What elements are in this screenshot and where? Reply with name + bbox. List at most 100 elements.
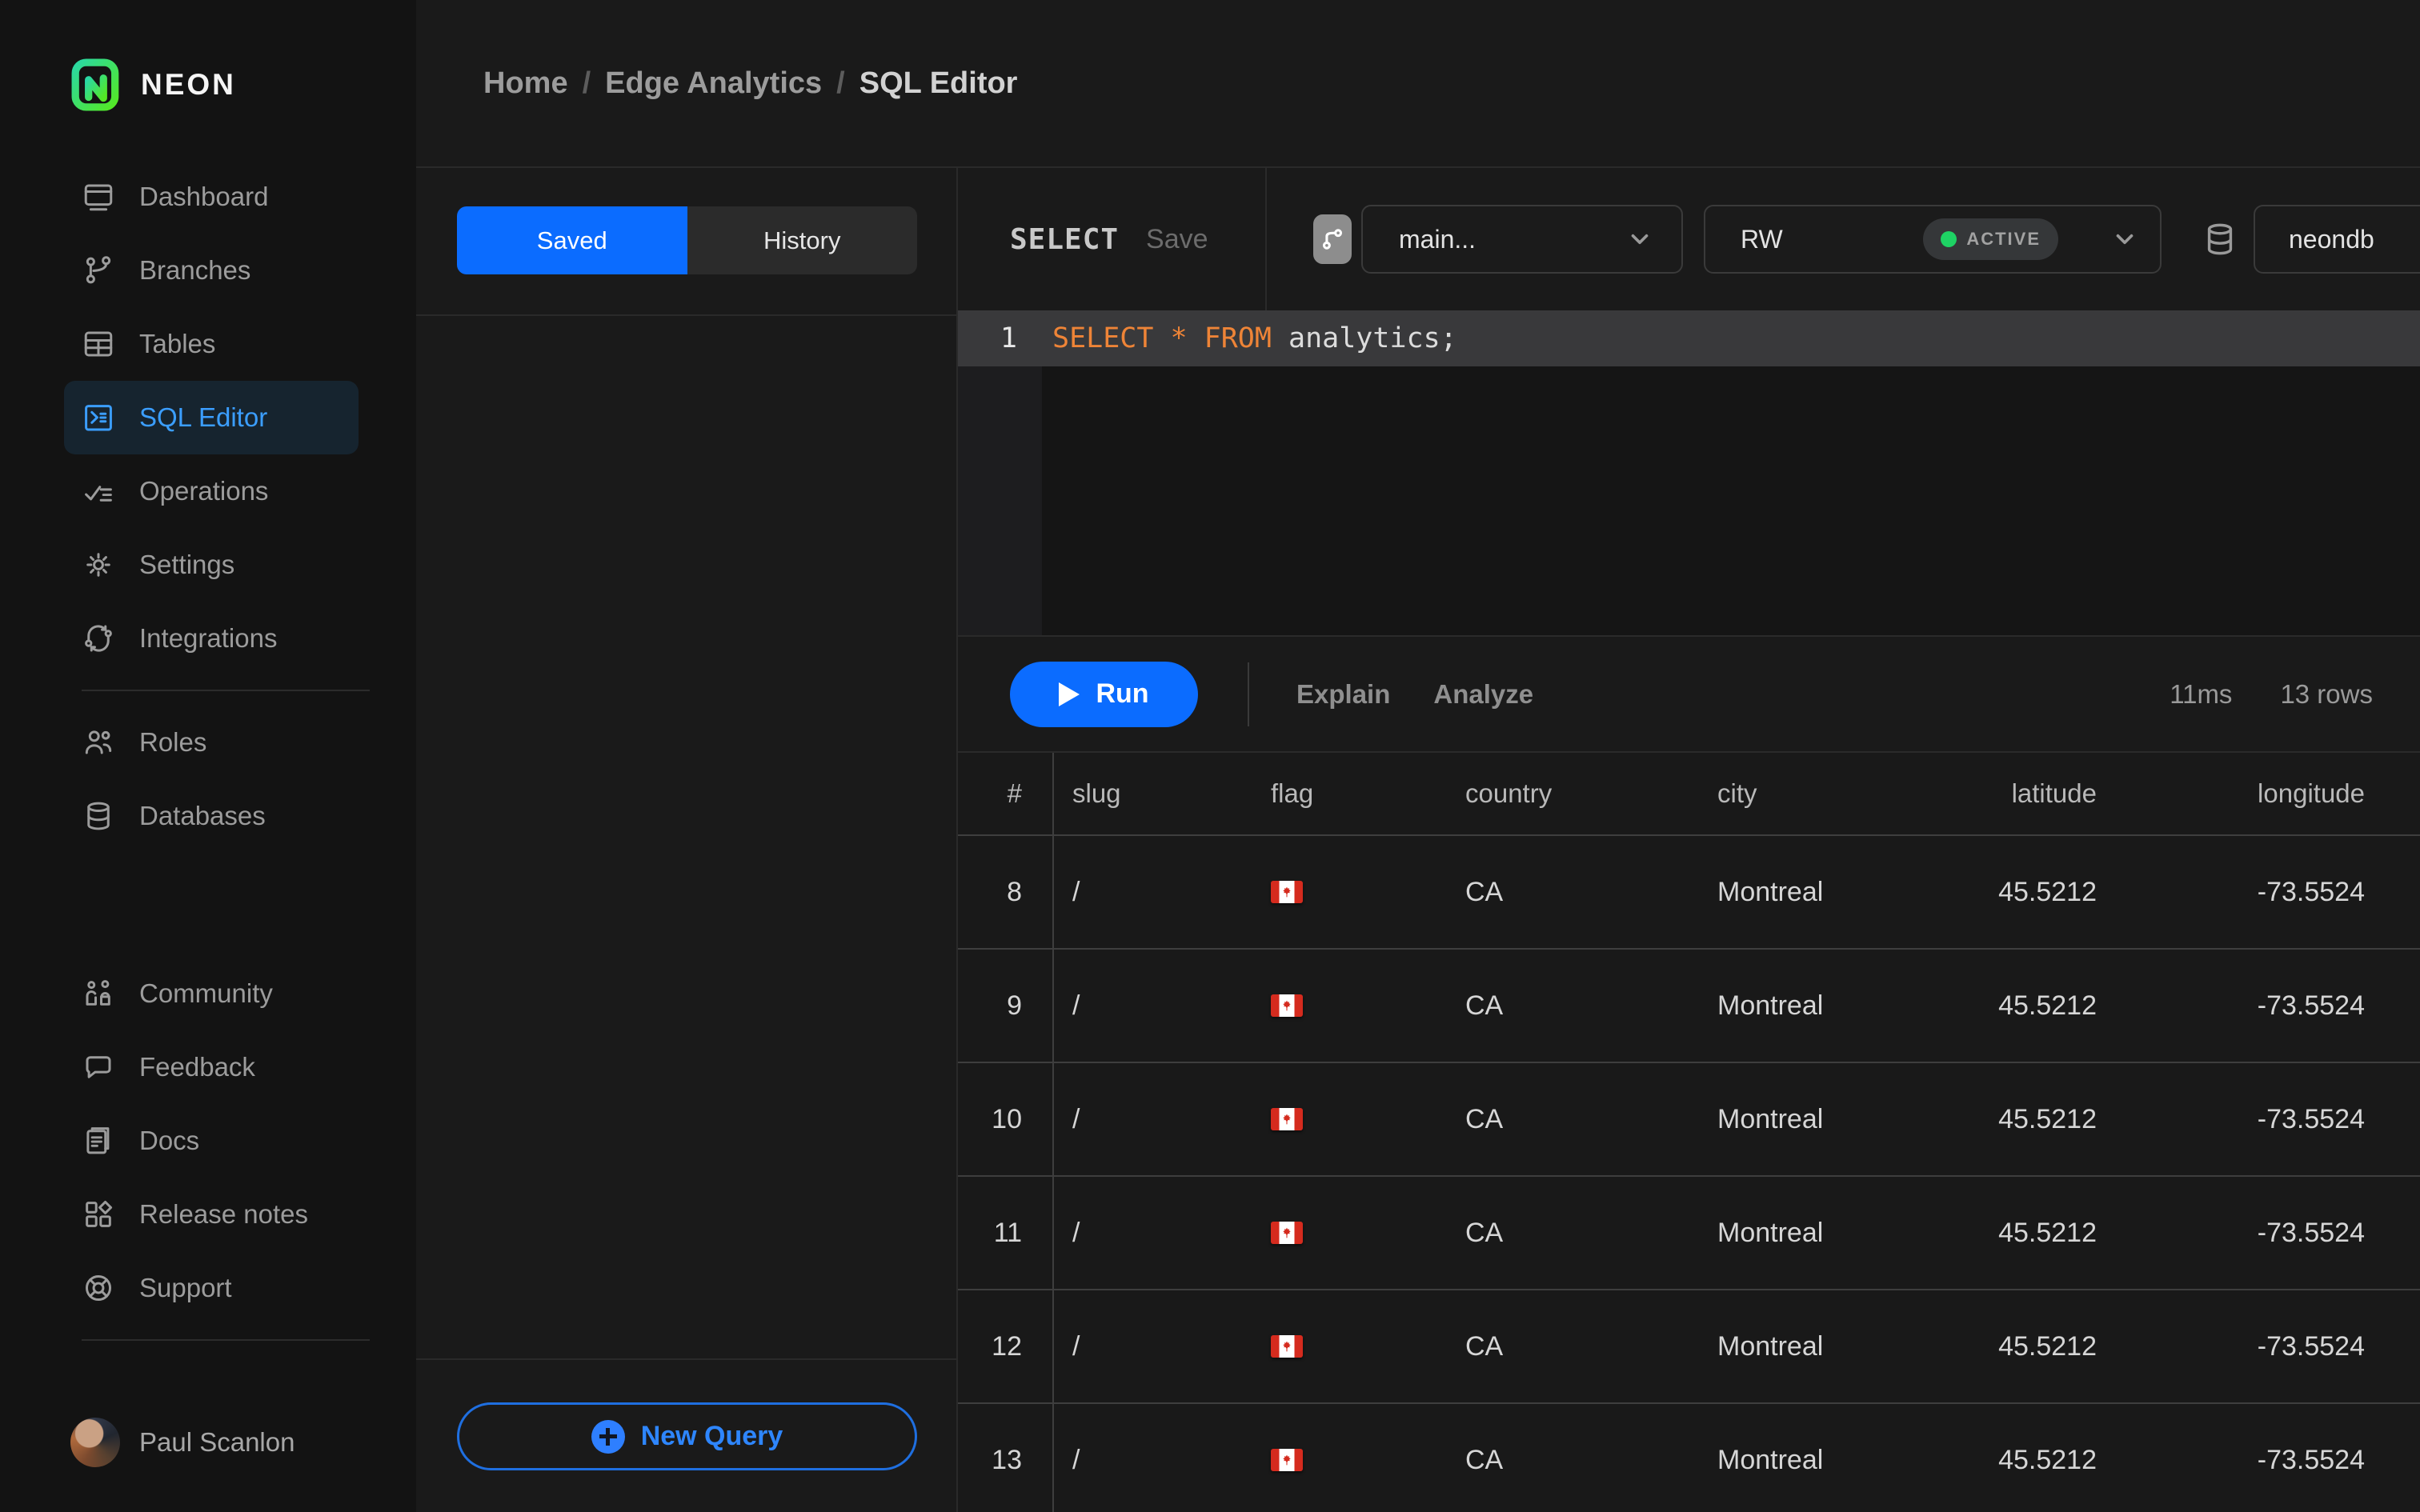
run-label: Run <box>1096 678 1148 710</box>
breadcrumb-project[interactable]: Edge Analytics <box>605 66 822 101</box>
run-toolbar: Run Explain Analyze 11ms 13 rows <box>958 635 2420 751</box>
sidebar-item-tables[interactable]: Tables <box>64 307 359 381</box>
table-row[interactable]: 11 / CA Montreal 45.5212 -73.5524 <box>958 1175 2420 1289</box>
cell-flag <box>1252 994 1447 1017</box>
branch-icon <box>1319 226 1346 253</box>
query-name: SELECT <box>1010 223 1119 256</box>
cell-slug: / <box>1054 877 1252 908</box>
divider <box>416 1358 956 1360</box>
cell-num: 8 <box>958 836 1054 948</box>
editor-panel: SELECT Save main... <box>958 168 2420 1512</box>
run-button[interactable]: Run <box>1010 662 1198 727</box>
main-body: Saved History New Query SELECT Save <box>416 168 2420 1512</box>
breadcrumb-home[interactable]: Home <box>483 66 568 101</box>
results-rows: 8 / CA Montreal 45.5212 -73.5524 9 / CA … <box>958 834 2420 1512</box>
divider <box>82 690 370 691</box>
cell-longitude: -73.5524 <box>2097 877 2420 908</box>
tab-history[interactable]: History <box>687 206 918 274</box>
cell-flag <box>1252 881 1447 903</box>
sidebar-item-label: Databases <box>139 801 266 831</box>
topbar: Home / Edge Analytics / SQL Editor <box>416 0 2420 168</box>
save-button[interactable]: Save <box>1146 224 1208 255</box>
sidebar-item-community[interactable]: Community <box>64 957 359 1030</box>
col-header-latitude: latitude <box>1947 778 2097 809</box>
compute-status-label: ACTIVE <box>1966 229 2041 250</box>
cell-latitude: 45.5212 <box>1947 1445 2097 1476</box>
play-icon <box>1059 682 1080 706</box>
integrations-icon <box>82 622 115 655</box>
cell-city: Montreal <box>1699 990 1947 1022</box>
sidebar-item-dashboard[interactable]: Dashboard <box>64 160 359 234</box>
tables-icon <box>82 327 115 361</box>
divider <box>1248 662 1249 726</box>
cell-flag <box>1252 1335 1447 1358</box>
sql-code-editor[interactable]: 1 SELECT * FROM analytics; <box>958 310 2420 635</box>
sidebar-item-release-notes[interactable]: Release notes <box>64 1178 359 1251</box>
sidebar-item-feedback[interactable]: Feedback <box>64 1030 359 1104</box>
brand-name: NEON <box>141 68 236 102</box>
sql-editor-icon <box>82 401 115 434</box>
col-header-flag: flag <box>1252 778 1447 809</box>
sql-keyword: SELECT * FROM <box>1052 322 1272 354</box>
table-row[interactable]: 8 / CA Montreal 45.5212 -73.5524 <box>958 834 2420 948</box>
query-title-group: SELECT Save <box>958 168 1267 310</box>
new-query-button[interactable]: New Query <box>457 1402 917 1470</box>
sidebar-item-support[interactable]: Support <box>64 1251 359 1325</box>
connection-controls: main... RW ACTIVE <box>1267 205 2420 274</box>
queries-panel: Saved History New Query <box>416 168 958 1512</box>
cell-longitude: -73.5524 <box>2097 1218 2420 1249</box>
table-row[interactable]: 13 / CA Montreal 45.5212 -73.5524 <box>958 1402 2420 1512</box>
table-row[interactable]: 10 / CA Montreal 45.5212 -73.5524 <box>958 1062 2420 1175</box>
sidebar-item-integrations[interactable]: Integrations <box>64 602 359 675</box>
query-duration: 11ms <box>2170 679 2232 710</box>
table-row[interactable]: 12 / CA Montreal 45.5212 -73.5524 <box>958 1289 2420 1402</box>
feedback-icon <box>82 1050 115 1084</box>
divider <box>82 1339 370 1341</box>
analyze-button[interactable]: Analyze <box>1433 679 1533 710</box>
editor-header: SELECT Save main... <box>958 168 2420 310</box>
chevron-down-icon <box>1626 226 1653 253</box>
sidebar-item-roles[interactable]: Roles <box>64 706 359 779</box>
code-line-1: 1 SELECT * FROM analytics; <box>958 310 2420 366</box>
cell-flag <box>1252 1449 1447 1471</box>
branches-icon <box>82 254 115 287</box>
canada-flag-icon <box>1271 881 1303 903</box>
col-header-country: country <box>1447 778 1699 809</box>
community-icon <box>82 977 115 1010</box>
canada-flag-icon <box>1271 1335 1303 1358</box>
sidebar-nav: DashboardBranchesTablesSQL Editor Operati… <box>0 114 416 1418</box>
cell-longitude: -73.5524 <box>2097 1104 2420 1135</box>
database-select-value: neondb <box>2289 225 2374 254</box>
database-select[interactable]: neondb <box>2254 205 2420 274</box>
sidebar-item-operations[interactable]: Operations <box>64 454 359 528</box>
neon-console-app: NEON DashboardBranchesTablesSQL EditorOp… <box>0 0 2420 1512</box>
cell-longitude: -73.5524 <box>2097 1331 2420 1362</box>
new-query-label: New Query <box>641 1421 783 1452</box>
sidebar-item-label: Operations <box>139 476 268 506</box>
cell-country: CA <box>1447 1445 1699 1476</box>
tab-saved[interactable]: Saved <box>457 206 687 274</box>
cell-latitude: 45.5212 <box>1947 1331 2097 1362</box>
breadcrumb-current: SQL Editor <box>859 66 1018 101</box>
cell-num: 9 <box>958 950 1054 1062</box>
release-notes-icon <box>82 1198 115 1231</box>
explain-button[interactable]: Explain <box>1296 679 1390 710</box>
sidebar-item-label: Release notes <box>139 1199 308 1230</box>
sidebar-item-branches[interactable]: Branches <box>64 234 359 307</box>
support-icon <box>82 1271 115 1305</box>
sidebar-item-databases[interactable]: Databases <box>64 779 359 853</box>
sidebar-item-label: Support <box>139 1273 232 1303</box>
query-row-count: 13 rows <box>2280 679 2373 710</box>
sidebar-item-sql-editor[interactable]: SQL Editor <box>64 381 359 454</box>
branch-button[interactable] <box>1313 214 1352 264</box>
sidebar-item-settings[interactable]: Settings <box>64 528 359 602</box>
sidebar-item-docs[interactable]: Docs <box>64 1104 359 1178</box>
canada-flag-icon <box>1271 1108 1303 1130</box>
cell-num: 10 <box>958 1063 1054 1175</box>
brand-logo[interactable]: NEON <box>70 56 416 114</box>
compute-select[interactable]: RW ACTIVE <box>1704 205 2162 274</box>
table-row[interactable]: 9 / CA Montreal 45.5212 -73.5524 <box>958 948 2420 1062</box>
status-dot-icon <box>1941 231 1957 247</box>
user-menu[interactable]: Paul Scanlon <box>70 1418 416 1467</box>
branch-select[interactable]: main... <box>1361 205 1683 274</box>
